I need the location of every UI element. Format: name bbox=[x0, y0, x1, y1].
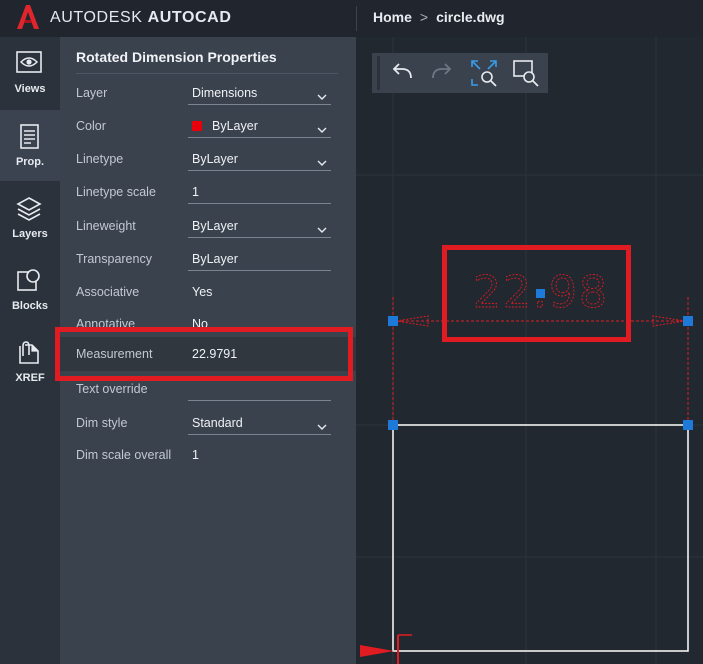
linetype-scale-input[interactable]: 1 bbox=[192, 185, 199, 199]
layers-label: Layers bbox=[12, 228, 48, 240]
panel-title: Rotated Dimension Properties bbox=[76, 49, 277, 65]
field-underline bbox=[188, 434, 331, 435]
dim-scale-overall-value: 1 bbox=[192, 448, 199, 462]
xref-button[interactable]: XREF bbox=[0, 326, 60, 397]
undo-icon[interactable] bbox=[389, 59, 417, 87]
breadcrumb-separator: > bbox=[419, 9, 429, 25]
property-row-transparency[interactable]: Transparency ByLayer bbox=[60, 244, 356, 277]
field-underline bbox=[188, 400, 331, 401]
redo-icon[interactable] bbox=[427, 59, 455, 87]
property-label: Transparency bbox=[76, 252, 152, 266]
measurement-highlight-box bbox=[55, 327, 353, 381]
property-label: Linetype scale bbox=[76, 185, 156, 199]
blocks-button[interactable]: Blocks bbox=[0, 254, 60, 325]
zoom-extents-icon[interactable] bbox=[470, 59, 498, 87]
dimension-text-highlight-box bbox=[442, 245, 631, 342]
breadcrumb-home[interactable]: Home bbox=[373, 9, 412, 25]
grip-handle bbox=[388, 420, 398, 430]
views-button[interactable]: Views bbox=[0, 37, 60, 108]
chevron-down-icon[interactable] bbox=[317, 121, 327, 139]
xref-label: XREF bbox=[15, 372, 45, 384]
property-label: Dim style bbox=[76, 416, 128, 430]
property-row-dim-scale-overall: Dim scale overall 1 bbox=[60, 440, 356, 473]
grip-handle bbox=[683, 420, 693, 430]
property-label: Color bbox=[76, 119, 106, 133]
rectangle-entity bbox=[392, 424, 689, 652]
property-row-color[interactable]: Color ByLayer bbox=[60, 111, 356, 144]
field-underline bbox=[188, 170, 331, 171]
chevron-down-icon[interactable] bbox=[317, 154, 327, 172]
chevron-down-icon[interactable] bbox=[317, 88, 327, 106]
views-label: Views bbox=[14, 83, 46, 95]
drawing-canvas[interactable]: 22.98 bbox=[356, 37, 703, 664]
field-underline bbox=[188, 104, 331, 105]
blocks-label: Blocks bbox=[11, 300, 49, 312]
divider bbox=[356, 6, 357, 31]
properties-label: Prop. bbox=[15, 156, 45, 168]
property-row-associative: Associative Yes bbox=[60, 277, 356, 310]
top-bar: AUTODESK AUTOCAD Home > circle.dwg bbox=[0, 0, 703, 37]
transparency-input[interactable]: ByLayer bbox=[192, 252, 238, 266]
property-row-lineweight[interactable]: Lineweight ByLayer bbox=[60, 211, 356, 244]
toolbar-grip[interactable] bbox=[377, 56, 380, 90]
property-label: Text override bbox=[76, 382, 148, 396]
xref-icon bbox=[16, 340, 42, 371]
properties-icon bbox=[19, 124, 41, 155]
grip-handle bbox=[388, 316, 398, 326]
field-underline bbox=[188, 203, 331, 204]
color-swatch bbox=[192, 121, 202, 131]
color-value: ByLayer bbox=[212, 119, 258, 133]
property-label: Linetype bbox=[76, 152, 124, 166]
linetype-dropdown[interactable]: ByLayer bbox=[192, 152, 238, 166]
layers-button[interactable]: Layers bbox=[0, 182, 60, 253]
layer-dropdown[interactable]: Dimensions bbox=[192, 86, 257, 100]
lineweight-dropdown[interactable]: ByLayer bbox=[192, 219, 238, 233]
breadcrumb: Home > circle.dwg bbox=[373, 9, 505, 25]
property-row-dim-style[interactable]: Dim style Standard bbox=[60, 408, 356, 441]
views-icon bbox=[16, 51, 42, 80]
layers-icon bbox=[16, 196, 42, 227]
tool-strip: Views Prop. Layers Blocks XREF bbox=[0, 37, 60, 664]
color-dropdown[interactable]: ByLayer bbox=[192, 119, 258, 133]
field-underline bbox=[188, 237, 331, 238]
dim-style-dropdown[interactable]: Standard bbox=[192, 416, 243, 430]
associative-value: Yes bbox=[192, 285, 213, 299]
panel-title-divider bbox=[76, 73, 338, 74]
property-row-layer[interactable]: Layer Dimensions bbox=[60, 78, 356, 111]
blocks-icon bbox=[16, 268, 42, 299]
app-brand: AUTODESK AUTOCAD bbox=[50, 9, 232, 26]
autocad-logo-icon bbox=[15, 4, 41, 35]
grip-handle bbox=[683, 316, 693, 326]
properties-button[interactable]: Prop. bbox=[0, 110, 60, 181]
breadcrumb-file: circle.dwg bbox=[436, 9, 505, 25]
canvas-toolbar bbox=[372, 53, 548, 93]
zoom-window-icon[interactable] bbox=[512, 59, 540, 87]
property-row-linetype[interactable]: Linetype ByLayer bbox=[60, 144, 356, 177]
property-label: Layer bbox=[76, 86, 108, 100]
field-underline bbox=[188, 137, 331, 138]
property-label: Lineweight bbox=[76, 219, 136, 233]
property-row-linetype-scale[interactable]: Linetype scale 1 bbox=[60, 177, 356, 210]
field-underline bbox=[188, 270, 331, 271]
chevron-down-icon[interactable] bbox=[317, 221, 327, 239]
property-label: Dim scale overall bbox=[76, 448, 172, 462]
drawing-surface: 22.98 bbox=[356, 37, 703, 664]
chevron-down-icon[interactable] bbox=[317, 418, 327, 436]
property-label: Associative bbox=[76, 285, 140, 299]
